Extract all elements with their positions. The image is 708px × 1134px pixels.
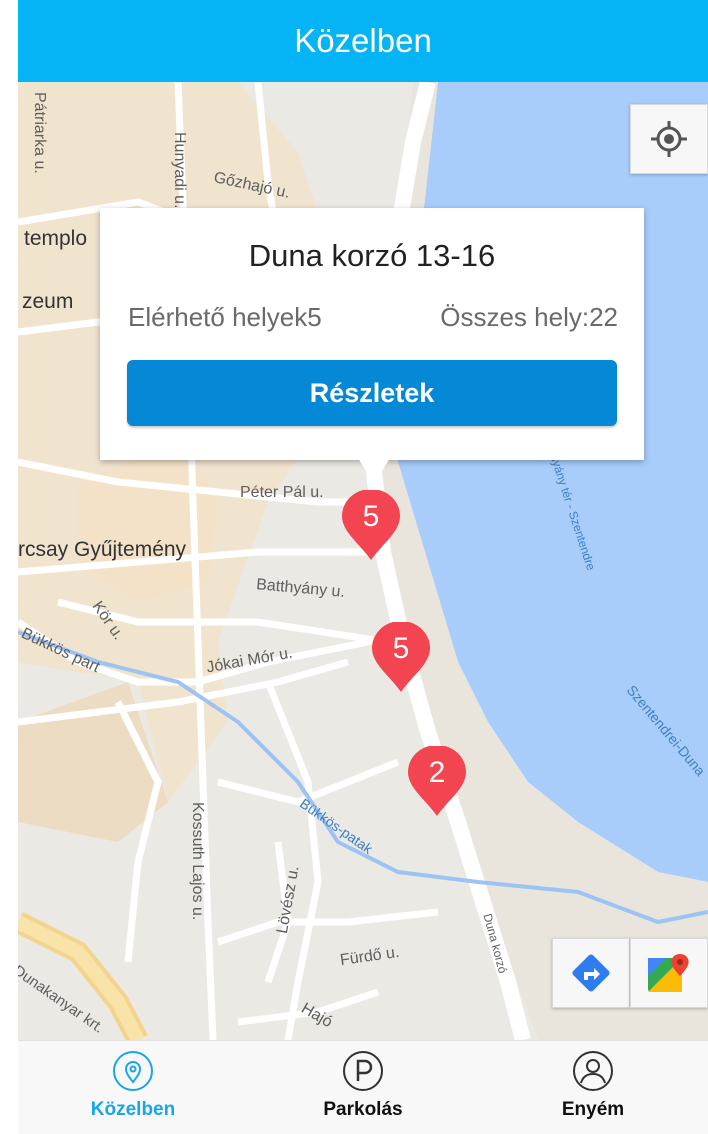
tab-label: Enyém bbox=[561, 1099, 625, 1120]
parking-marker[interactable]: 5 bbox=[340, 488, 402, 562]
popup-pointer bbox=[358, 458, 390, 484]
marker-count: 2 bbox=[428, 756, 446, 789]
map-label: Pátriarka u. bbox=[31, 92, 48, 174]
tab-parkolas[interactable]: Parkolás bbox=[248, 1041, 478, 1134]
map-label: templo bbox=[24, 227, 88, 250]
map-label: Hunyadi u. bbox=[171, 132, 188, 209]
google-maps-icon bbox=[648, 954, 689, 992]
app-screen: Közelben Pátriarka u. Hunyadi u. Gőzhajó… bbox=[18, 0, 708, 1134]
map-label: rcsay Gyűjtemény bbox=[18, 538, 187, 561]
map-label: zeum bbox=[22, 290, 74, 313]
bottom-tab-bar: Közelben Parkolás Enyém bbox=[18, 1040, 708, 1134]
location-pin-icon bbox=[113, 1051, 153, 1091]
tab-label: Közelben bbox=[90, 1099, 176, 1120]
tab-kozelben[interactable]: Közelben bbox=[18, 1041, 248, 1134]
marker-count: 5 bbox=[392, 632, 410, 665]
user-icon bbox=[573, 1051, 613, 1091]
directions-button[interactable] bbox=[552, 938, 630, 1008]
my-location-icon bbox=[651, 121, 687, 157]
directions-icon bbox=[572, 954, 610, 992]
details-button[interactable]: Részletek bbox=[127, 360, 617, 426]
tab-enyem[interactable]: Enyém bbox=[478, 1041, 708, 1134]
parking-marker[interactable]: 5 bbox=[370, 620, 432, 694]
map-label: Kossuth Lajos u. bbox=[189, 802, 206, 921]
header-bar: Közelben bbox=[18, 0, 708, 82]
open-google-maps-button[interactable] bbox=[630, 938, 708, 1008]
marker-count: 5 bbox=[362, 500, 380, 533]
total-spaces: Összes hely:22 bbox=[440, 302, 618, 332]
parking-icon bbox=[343, 1051, 383, 1091]
parking-info-popup: Duna korzó 13-16 Elérhető helyek5 Összes… bbox=[100, 208, 644, 460]
popup-title: Duna korzó 13-16 bbox=[248, 238, 496, 273]
page-title: Közelben bbox=[294, 22, 432, 59]
my-location-button[interactable] bbox=[630, 104, 708, 174]
map-label: Péter Pál u. bbox=[240, 484, 324, 501]
available-spaces: Elérhető helyek5 bbox=[128, 302, 322, 332]
tab-label: Parkolás bbox=[323, 1099, 403, 1120]
parking-marker[interactable]: 2 bbox=[406, 744, 468, 818]
